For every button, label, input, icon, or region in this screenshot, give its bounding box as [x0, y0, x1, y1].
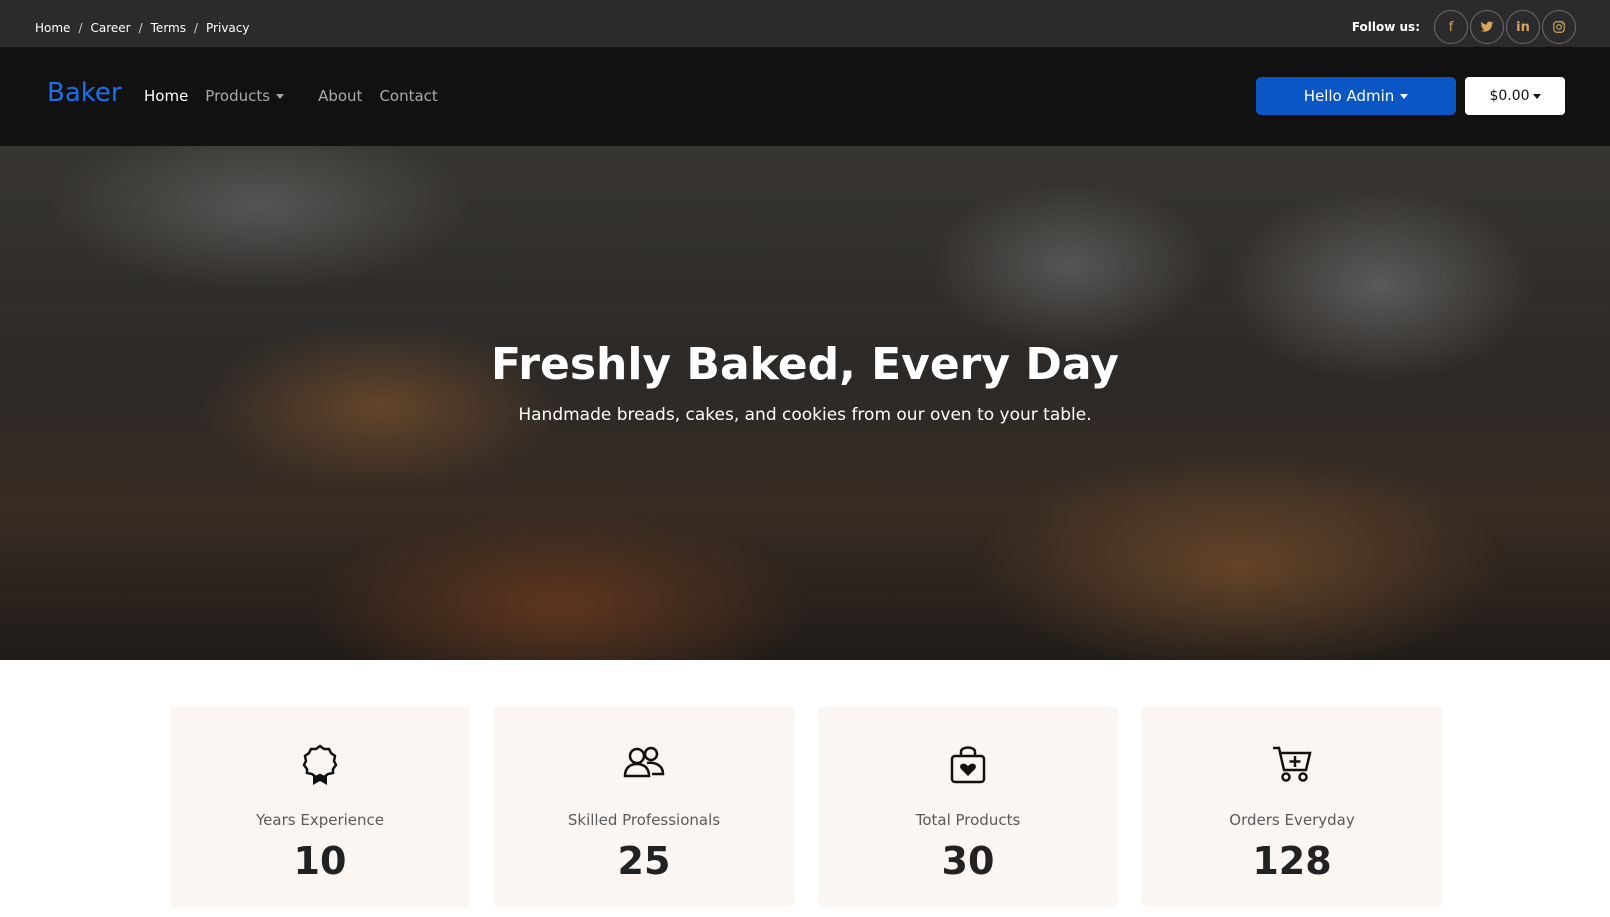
facebook-icon: f	[1448, 19, 1454, 35]
instagram-button[interactable]	[1542, 10, 1576, 44]
stat-label: Skilled Professionals	[567, 811, 721, 829]
main-navbar: Baker Home Products About Contact Hello …	[0, 47, 1610, 146]
link-home[interactable]: Home	[35, 21, 70, 35]
linkedin-icon: in	[1516, 19, 1530, 35]
stat-label: Years Experience	[256, 811, 384, 829]
cart-dropdown-button[interactable]: $0.00	[1465, 77, 1565, 115]
hero-title: Freshly Baked, Every Day	[491, 339, 1119, 390]
stat-card-years: Years Experience 10	[170, 707, 470, 907]
shopping-bag-icon	[818, 743, 1118, 785]
chevron-down-icon	[276, 94, 285, 99]
admin-label: Hello Admin	[1303, 87, 1395, 105]
nav-contact[interactable]: Contact	[379, 87, 437, 105]
nav-home[interactable]: Home	[144, 87, 188, 105]
facebook-button[interactable]: f	[1434, 10, 1468, 44]
twitter-icon	[1480, 21, 1494, 32]
hero-background-image	[0, 146, 1610, 660]
footer-links: Home / Career / Terms / Privacy	[35, 21, 249, 35]
link-career[interactable]: Career	[90, 21, 130, 35]
stat-value: 25	[617, 839, 671, 883]
stat-value: 30	[941, 839, 995, 883]
stat-label: Orders Everyday	[1229, 811, 1355, 829]
stat-card-orders: Orders Everyday 128	[1142, 707, 1442, 907]
people-icon	[494, 743, 794, 783]
chevron-down-icon	[1532, 93, 1541, 99]
award-icon	[170, 743, 470, 787]
hero-banner: Freshly Baked, Every Day Handmade breads…	[0, 146, 1610, 660]
cart-total: $0.00	[1489, 88, 1530, 104]
nav-about[interactable]: About	[318, 87, 362, 105]
instagram-icon	[1553, 21, 1565, 33]
top-utility-bar: Home / Career / Terms / Privacy Follow u…	[0, 0, 1610, 47]
cart-add-icon	[1142, 743, 1442, 783]
separator: /	[78, 21, 83, 35]
nav-products[interactable]: Products	[205, 87, 301, 105]
stat-card-products: Total Products 30	[818, 707, 1118, 907]
stat-card-professionals: Skilled Professionals 25	[494, 707, 794, 907]
social-links: Follow us: f in	[1352, 10, 1576, 44]
stat-value: 128	[1252, 839, 1332, 883]
separator: /	[138, 21, 143, 35]
follow-label: Follow us:	[1351, 20, 1420, 34]
linkedin-button[interactable]: in	[1506, 10, 1540, 44]
nav-links: Home Products About Contact	[144, 87, 455, 105]
brand-logo[interactable]: Baker	[47, 78, 122, 108]
admin-dropdown-button[interactable]: Hello Admin	[1256, 77, 1456, 115]
twitter-button[interactable]	[1470, 10, 1504, 44]
stat-label: Total Products	[915, 811, 1021, 829]
link-privacy[interactable]: Privacy	[206, 21, 249, 35]
stats-section: Years Experience 10 Skilled Professional…	[170, 707, 1466, 907]
link-terms[interactable]: Terms	[151, 21, 186, 35]
separator: /	[193, 21, 199, 35]
stat-value: 10	[293, 839, 347, 883]
nav-products-label: Products	[205, 87, 271, 105]
chevron-down-icon	[1400, 93, 1409, 99]
hero-subtitle: Handmade breads, cakes, and cookies from…	[518, 405, 1092, 425]
